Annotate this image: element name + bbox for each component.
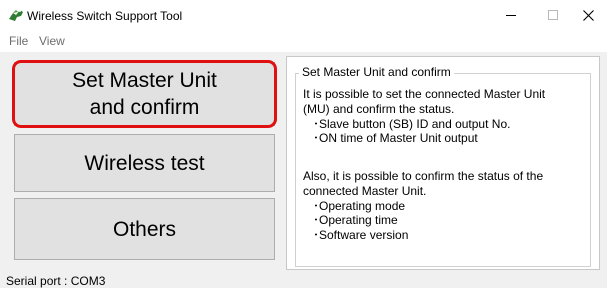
info-line: connected Master Unit. [303, 183, 427, 198]
serial-port-status: Serial port : COM3 [6, 274, 106, 288]
set-master-unit-button[interactable]: Set Master Unit and confirm [14, 62, 275, 126]
wireless-test-button[interactable]: Wireless test [14, 134, 275, 192]
info-paragraph-2: Also, it is possible to confirm the stat… [303, 169, 543, 243]
info-line: ･Software version [303, 228, 409, 243]
info-line: It is possible to set the connected Mast… [303, 87, 546, 101]
menu-file[interactable]: File [9, 34, 28, 48]
menu-view[interactable]: View [39, 34, 65, 48]
info-paragraph-1: It is possible to set the connected Mast… [303, 87, 545, 146]
close-button[interactable] [565, 0, 607, 30]
info-line: ･ON time of Master Unit output [303, 131, 478, 146]
others-button[interactable]: Others [14, 198, 275, 260]
info-line: ･Slave button (SB) ID and output No. [303, 116, 511, 131]
status-bar: Serial port : COM3 [0, 274, 607, 288]
info-panel: Set Master Unit and confirm It is possib… [286, 56, 600, 270]
minimize-button[interactable] [488, 0, 534, 30]
info-line: ･Operating time [303, 213, 398, 228]
app-icon [9, 10, 23, 21]
window-title: Wireless Switch Support Tool [27, 9, 183, 23]
info-line: (MU) and confirm the status. [303, 101, 455, 116]
title-bar: Wireless Switch Support Tool [0, 0, 607, 30]
info-line: ･Operating mode [303, 198, 406, 213]
menu-bar: File View [0, 30, 607, 52]
info-line: Also, it is possible to confirm the stat… [303, 169, 544, 183]
close-icon [582, 9, 594, 21]
info-group-title: Set Master Unit and confirm [299, 65, 454, 79]
minimize-icon [506, 14, 516, 16]
maximize-icon [548, 10, 558, 20]
